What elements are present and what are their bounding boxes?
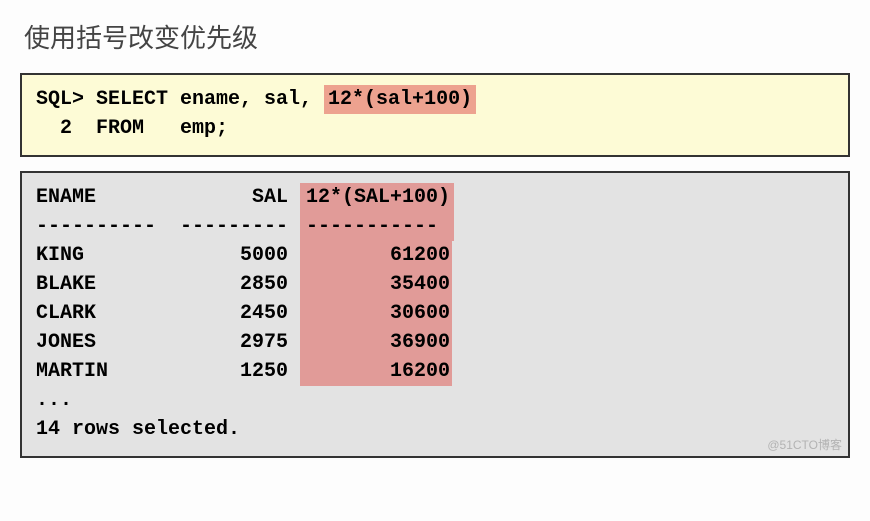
header-calc: 12*(SAL+100) (300, 183, 454, 212)
cell-sal: 2975 (156, 328, 288, 357)
sql-line-2: 2 FROM emp; (36, 114, 834, 143)
cell-ename: CLARK (36, 299, 156, 328)
sql-line-1-prefix: SQL> SELECT ename, sal, (36, 88, 324, 111)
table-row: JONES2975 36900 (36, 328, 834, 357)
dash-ename: ---------- (36, 212, 156, 241)
cell-calc: 16200 (300, 357, 452, 386)
cell-calc: 61200 (300, 241, 452, 270)
sql-line-1: SQL> SELECT ename, sal, 12*(sal+100) (36, 85, 834, 114)
result-header-row: ENAMESAL 12*(SAL+100) (36, 183, 834, 212)
cell-sal: 2850 (156, 270, 288, 299)
cell-sal: 5000 (156, 241, 288, 270)
result-footer: 14 rows selected. (36, 415, 834, 444)
header-sal: SAL (156, 183, 288, 212)
cell-ename: JONES (36, 328, 156, 357)
dash-sal: --------- (156, 212, 288, 241)
cell-sal: 1250 (156, 357, 288, 386)
sql-highlight-expression: 12*(sal+100) (324, 85, 476, 114)
dash-calc: ----------- (300, 212, 454, 241)
header-ename: ENAME (36, 183, 156, 212)
cell-sal: 2450 (156, 299, 288, 328)
table-row: BLAKE2850 35400 (36, 270, 834, 299)
cell-calc: 35400 (300, 270, 452, 299)
result-block: ENAMESAL 12*(SAL+100) ------------------… (20, 171, 850, 458)
table-row: MARTIN1250 16200 (36, 357, 834, 386)
result-divider-row: ------------------- ----------- (36, 212, 834, 241)
watermark-text: @51CTO博客 (767, 437, 842, 454)
cell-calc: 36900 (300, 328, 452, 357)
cell-ename: BLAKE (36, 270, 156, 299)
cell-calc: 30600 (300, 299, 452, 328)
sql-code-block: SQL> SELECT ename, sal, 12*(sal+100) 2 F… (20, 73, 850, 157)
cell-ename: KING (36, 241, 156, 270)
table-row: KING5000 61200 (36, 241, 834, 270)
table-row: CLARK2450 30600 (36, 299, 834, 328)
result-ellipsis: ... (36, 386, 834, 415)
cell-ename: MARTIN (36, 357, 156, 386)
page-title: 使用括号改变优先级 (24, 18, 850, 55)
